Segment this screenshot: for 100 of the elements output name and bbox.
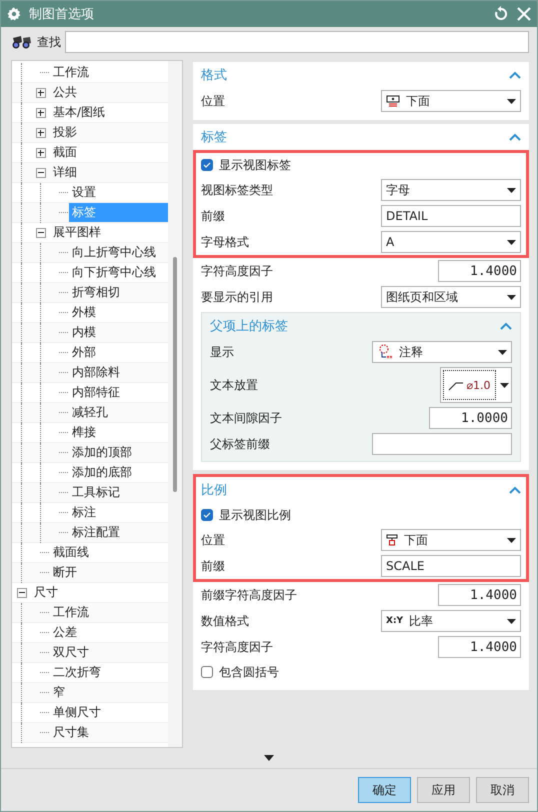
number-field[interactable]: 1.4000 (438, 584, 521, 606)
tree-item[interactable]: 标注 (69, 503, 99, 522)
expander-icon[interactable] (36, 148, 46, 158)
dropdown-arrow-icon (507, 294, 516, 300)
section-title: 标签 (201, 129, 227, 146)
dropdown[interactable]: 字母 (381, 179, 521, 201)
tree-item[interactable]: 展平图样 (50, 223, 104, 242)
checkbox-label: 显示视图比例 (219, 506, 291, 524)
expander-icon[interactable] (36, 228, 46, 238)
tree-item[interactable]: 基本/图纸 (50, 103, 108, 122)
collapse-icon[interactable] (509, 133, 521, 141)
dropdown-arrow-icon (498, 350, 507, 354)
field-label: 位置 (201, 92, 225, 110)
dropdown[interactable]: 图纸页和区域 (381, 286, 521, 308)
field-label: 文本间隙因子 (210, 410, 282, 426)
field-label: 视图标签类型 (201, 182, 273, 198)
dialog-button[interactable]: 确定 (358, 777, 411, 803)
tree-item[interactable]: 截面 (50, 143, 80, 162)
dropdown[interactable]: 下面 (381, 90, 521, 112)
tree-item[interactable]: 公差 (50, 623, 80, 642)
tree-item[interactable]: 截面线 (50, 543, 92, 562)
window-title: 制图首选项 (29, 6, 95, 23)
dropdown[interactable]: A (381, 231, 521, 253)
checkbox[interactable] (201, 509, 213, 521)
expander-icon[interactable] (36, 168, 46, 178)
monitor-icon (386, 95, 400, 107)
expander-icon[interactable] (36, 88, 46, 98)
tree-item[interactable]: 内部特征 (69, 383, 123, 402)
field-label: 字母格式 (201, 234, 249, 250)
settings-icon (7, 6, 21, 21)
dropdown-arrow-icon (507, 240, 516, 244)
field-label: 前缀字符高度因子 (201, 586, 297, 604)
tree-item[interactable]: 内模 (69, 323, 99, 342)
tree-item[interactable]: 断开 (50, 563, 80, 582)
close-icon[interactable] (517, 6, 531, 21)
tree-item[interactable]: 向下折弯中心线 (69, 263, 159, 282)
section-title: 格式 (201, 67, 227, 84)
tree-item[interactable]: 投影 (50, 123, 80, 142)
number-field[interactable]: 1.0000 (429, 407, 512, 429)
number-field[interactable]: 1.4000 (438, 636, 521, 658)
field-label: 数值格式 (201, 612, 249, 630)
subsection-title: 父项上的标签 (210, 318, 288, 335)
expander-icon[interactable] (16, 588, 26, 598)
tree-item[interactable]: 外模 (69, 303, 99, 322)
expander-icon[interactable] (36, 128, 46, 138)
input-field[interactable]: DETAIL (381, 205, 521, 227)
search-label: 查找 (37, 34, 61, 51)
dropdown-arrow-icon (507, 188, 516, 192)
dialog-button[interactable]: 取消 (476, 777, 529, 803)
tree-item[interactable]: 添加的底部 (69, 463, 135, 482)
tree-item[interactable]: 单侧尺寸 (50, 703, 104, 722)
tree-item[interactable]: 外部 (69, 343, 99, 362)
reset-icon[interactable] (493, 6, 509, 22)
section-title: 比例 (201, 482, 227, 499)
dropdown-arrow-icon (507, 538, 516, 542)
binoculars-icon (11, 34, 33, 50)
checkbox[interactable] (201, 666, 213, 678)
field-label: 前缀 (201, 558, 225, 574)
search-field[interactable] (65, 31, 529, 54)
ratio-icon: X:Y (386, 616, 404, 626)
number-field[interactable]: 1.4000 (438, 260, 521, 282)
dropdown[interactable]: X:Y 比率 (381, 610, 521, 632)
collapse-icon[interactable] (500, 322, 512, 330)
input-field[interactable]: SCALE (381, 555, 521, 577)
tree-item[interactable]: 尺寸 (31, 583, 61, 602)
dropdown[interactable]: 注释 (372, 341, 512, 363)
dropdown-arrow-icon (507, 98, 516, 104)
checkbox[interactable] (201, 159, 213, 171)
tree-item[interactable]: 详细 (50, 163, 80, 182)
checkmark-icon (203, 512, 211, 518)
expand-arrow-icon[interactable] (264, 755, 274, 761)
checkbox-label: 包含圆括号 (219, 664, 279, 680)
frame-below-icon (386, 534, 398, 546)
input-field[interactable] (372, 433, 512, 455)
tree-item[interactable]: 设置 (69, 183, 99, 202)
field-label: 文本放置 (210, 376, 258, 394)
tree-item[interactable]: 窄 (50, 683, 68, 702)
field-label: 父标签前缀 (210, 436, 270, 452)
dropdown-arrow-icon (500, 382, 509, 388)
dropdown[interactable]: ⌀1.0 (440, 367, 512, 403)
field-label: 前缀 (201, 208, 225, 224)
field-label: 要显示的引用 (201, 288, 273, 306)
collapse-icon[interactable] (509, 71, 521, 79)
dialog-button[interactable]: 应用 (417, 777, 470, 803)
tree-item[interactable]: 二次折弯 (50, 663, 104, 682)
checkbox-label: 显示视图标签 (219, 156, 291, 174)
tree-item[interactable]: 工作流 (50, 63, 92, 82)
expander-icon[interactable] (36, 108, 46, 118)
field-label: 字符高度因子 (201, 262, 273, 280)
scrollbar[interactable] (168, 61, 182, 747)
dropdown-arrow-icon (507, 618, 516, 624)
note-icon (377, 344, 393, 360)
tree-item[interactable]: 榫接 (69, 423, 99, 442)
collapse-icon[interactable] (509, 486, 521, 494)
tree-item[interactable]: 公共 (50, 83, 80, 102)
checkmark-icon (203, 162, 211, 168)
field-label: 字符高度因子 (201, 638, 273, 656)
field-label: 位置 (201, 532, 225, 548)
dropdown[interactable]: 下面 (381, 529, 521, 551)
field-label: 显示 (210, 344, 234, 360)
